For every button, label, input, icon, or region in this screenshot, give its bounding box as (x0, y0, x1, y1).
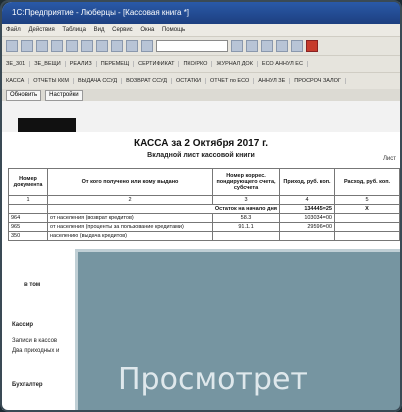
row-description: от населения (возврат кредитов) (47, 213, 213, 223)
column-number-row: 1 2 3 4 5 (8, 195, 400, 205)
btn-annul-ze[interactable]: АННУЛ ЗЕ (254, 78, 291, 84)
menu-service[interactable]: Сервис (112, 27, 133, 33)
screenshot-frame: 1С:Предприятие - Люберцы - [Касcовая кни… (0, 0, 402, 412)
row-income (279, 231, 335, 241)
find-icon[interactable] (141, 40, 153, 52)
table-row[interactable]: 350 населению (выдача кредитов) (8, 231, 400, 241)
custom-toolbar-2: КАССА ОТЧЕТЫ ККМ ВЫДАЧА ССУД ВОЗВРАТ ССУ… (2, 72, 400, 89)
window-title: 1С:Предприятие - Люберцы - [Касcовая кни… (2, 2, 400, 24)
preview-icon[interactable] (111, 40, 123, 52)
btn-sertifikat[interactable]: СЕРТИФИКАТ (134, 61, 180, 67)
balance-x: X (334, 204, 400, 214)
col-num-3: 3 (212, 195, 280, 205)
calendar-icon[interactable] (246, 40, 258, 52)
col-doc-number: Номер документа (8, 168, 48, 196)
btn-kassa[interactable]: КАССА (2, 78, 30, 84)
col-from-to: От кого получено или кому выдано (47, 168, 213, 196)
search-combo[interactable] (156, 40, 228, 52)
btn-otchet-eso[interactable]: ОТЧЕТ по ЕСО (206, 78, 255, 84)
cut-icon[interactable] (51, 40, 63, 52)
btn-realiz[interactable]: РЕАЛИЗ (66, 61, 97, 67)
cash-table: Номер документа От кого получено или ком… (8, 168, 400, 241)
row-expense (334, 231, 400, 241)
menu-table[interactable]: Таблица (62, 27, 86, 33)
menu-help[interactable]: Помощь (162, 27, 185, 33)
standard-toolbar (2, 36, 400, 55)
btn-zhurnal-dok[interactable]: ЖУРНАЛ ДОК (212, 61, 258, 67)
report-toolbar: Обновить Настройки (2, 89, 400, 101)
print-icon[interactable] (96, 40, 108, 52)
row-income: 103034=00 (279, 213, 335, 223)
undo-icon[interactable] (126, 40, 138, 52)
help-icon[interactable] (261, 40, 273, 52)
balance-value: 134445=25 (279, 204, 335, 214)
row-account: 58.3 (212, 213, 280, 223)
accountant-label: Бухгалтер (12, 382, 43, 388)
view-label: Просмотрет (118, 362, 308, 397)
row-income: 29596=00 (279, 222, 335, 232)
btn-ze-veschi[interactable]: ЗЕ_ВЕЩИ (30, 61, 66, 67)
row-expense (334, 222, 400, 232)
redacted-block (18, 118, 76, 132)
btn-ze301[interactable]: ЗЕ_301 (2, 61, 31, 67)
col-account: Номер коррес. пондирующего счета, субсче… (212, 168, 280, 196)
row-account: 91.1.1 (212, 222, 280, 232)
refresh-button[interactable]: Обновить (6, 89, 42, 101)
settings-button[interactable]: Настройки (45, 89, 83, 101)
menu-bar: Файл Действия Таблица Вид Сервис Окна По… (2, 24, 400, 36)
opening-balance-row: Остаток на начало дня 134445=25 X (8, 204, 400, 214)
save-icon[interactable] (36, 40, 48, 52)
menu-file[interactable]: Файл (6, 27, 21, 33)
menu-view[interactable]: Вид (94, 27, 105, 33)
btn-otchety-kkm[interactable]: ОТЧЕТЫ ККМ (29, 78, 74, 84)
custom-toolbar-1: ЗЕ_301 ЗЕ_ВЕЩИ РЕАЛИЗ ПЕРЕМЕЩ СЕРТИФИКАТ… (2, 55, 400, 72)
balance-label: Остаток на начало дня (47, 204, 280, 214)
btn-ostatki[interactable]: ОСТАТКИ (172, 78, 206, 84)
document-title: КАССА за 2 Октября 2017 г. (133, 138, 269, 149)
two-records-label: Два приходных и (12, 348, 60, 354)
btn-prosroch-zalog[interactable]: ПРОСРОЧ ЗАЛОГ (290, 78, 346, 84)
col-num-2: 2 (47, 195, 213, 205)
paste-icon[interactable] (81, 40, 93, 52)
row-description: от населения (проценты за пользование кр… (47, 222, 213, 232)
row-doc-number: 350 (8, 231, 48, 241)
report-icon[interactable] (291, 40, 303, 52)
table-row[interactable]: 965 от населения (проценты за пользовани… (8, 222, 400, 232)
menu-actions[interactable]: Действия (28, 27, 54, 33)
new-icon[interactable] (6, 40, 18, 52)
row-doc-number: 965 (8, 222, 48, 232)
btn-pko-rko[interactable]: ПКО/РКО (179, 61, 213, 67)
col-expense: Расход, руб. коп. (334, 168, 400, 196)
view-overlay-panel[interactable]: Просмотрет (78, 252, 402, 412)
col-num-1: 1 (8, 195, 48, 205)
btn-vozvrat-ssud[interactable]: ВОЗВРАТ ССУД (122, 78, 172, 84)
balance-empty-cell (8, 204, 48, 214)
btn-vydacha-ssud[interactable]: ВЫДАЧА ССУД (74, 78, 123, 84)
row-account (212, 231, 280, 241)
row-expense (334, 213, 400, 223)
btn-peremesch[interactable]: ПЕРЕМЕЩ (97, 61, 135, 67)
in-that-label: в том (24, 282, 41, 288)
table-header-row: Номер документа От кого получено или ком… (8, 168, 400, 196)
copy-icon[interactable] (66, 40, 78, 52)
table-row[interactable]: 964 от населения (возврат кредитов) 58.3… (8, 213, 400, 223)
calculator-icon[interactable] (231, 40, 243, 52)
close-doc-icon[interactable] (306, 40, 318, 52)
col-num-5: 5 (334, 195, 400, 205)
col-income: Приход, руб. коп. (279, 168, 335, 196)
records-label: Записи в кассов (12, 338, 58, 344)
open-icon[interactable] (21, 40, 33, 52)
cashier-label: Кассир (12, 322, 34, 328)
col-num-4: 4 (279, 195, 335, 205)
row-description: населению (выдача кредитов) (47, 231, 213, 241)
journal-icon[interactable] (276, 40, 288, 52)
sheet-label: Лист (382, 156, 396, 162)
document-subtitle: Вкладной лист кассовой книги (147, 152, 255, 159)
btn-eso-annul[interactable]: ЕСО АННУЛ ЕС (258, 61, 308, 67)
row-doc-number: 964 (8, 213, 48, 223)
menu-windows[interactable]: Окна (140, 27, 154, 33)
